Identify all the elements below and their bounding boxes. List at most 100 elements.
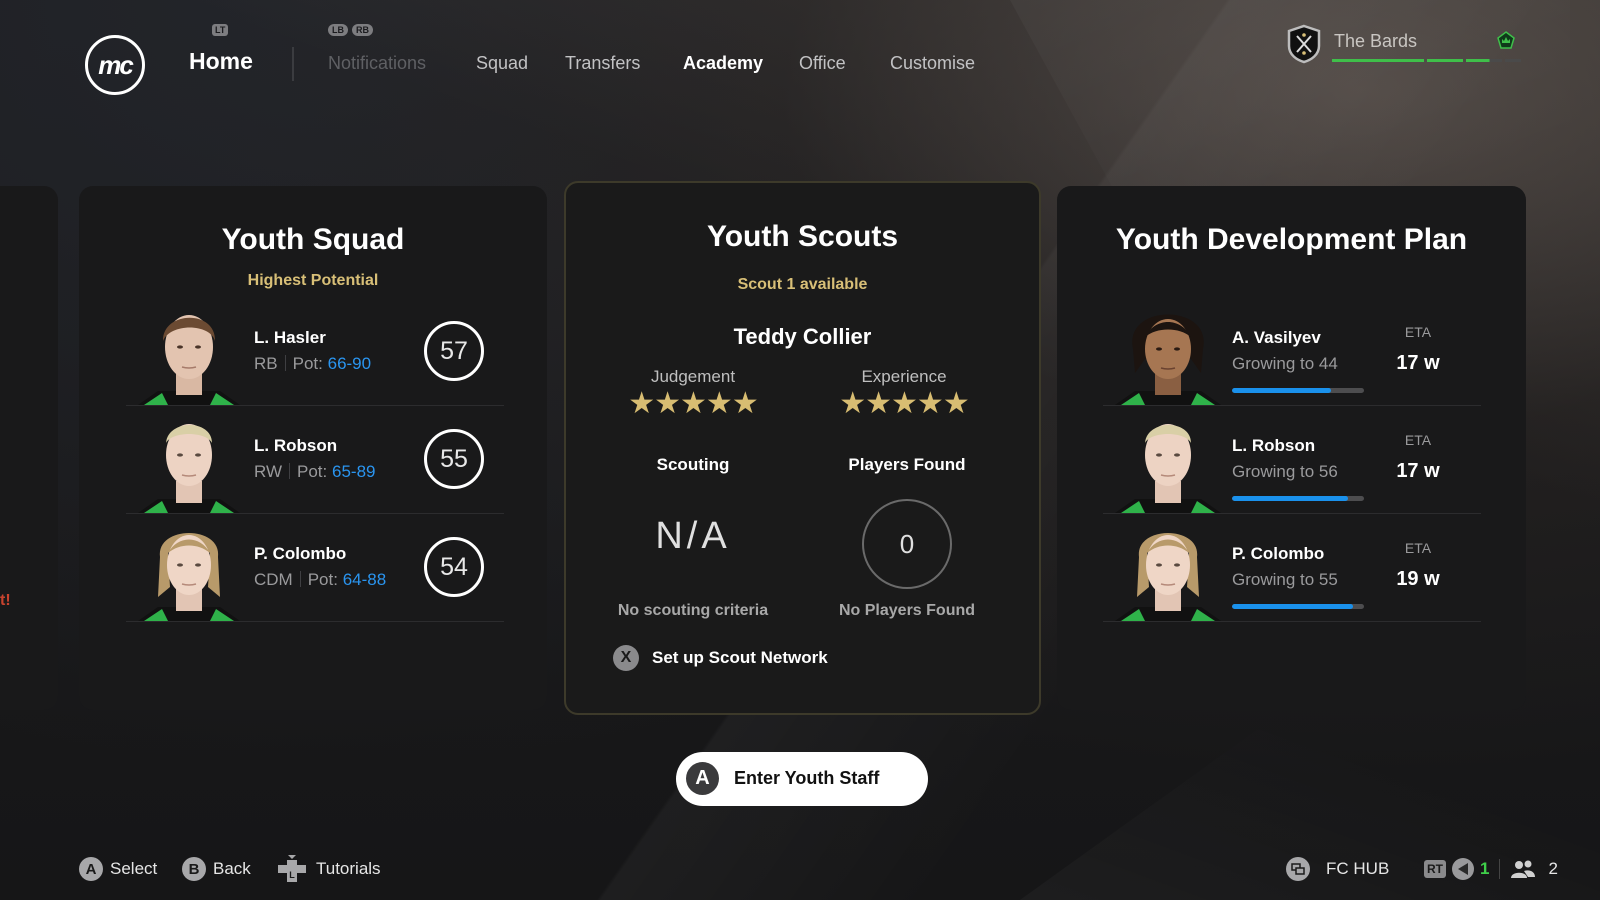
player-meta: CDM Pot: 64-88 bbox=[254, 570, 386, 590]
rb-hint-icon: RB bbox=[352, 24, 373, 36]
eta-label: ETA bbox=[1404, 432, 1432, 448]
judgement-label: Judgement bbox=[650, 367, 736, 386]
player-rating: 54 bbox=[424, 537, 484, 597]
lt-hint-icon: LT bbox=[212, 24, 229, 36]
dpad-icon: L bbox=[278, 855, 306, 882]
player-portrait-icon bbox=[1115, 424, 1221, 513]
mc-logo[interactable]: mc bbox=[85, 35, 145, 95]
player-portrait-icon bbox=[138, 315, 240, 405]
player-position: CDM bbox=[254, 570, 293, 589]
enter-youth-staff-button[interactable]: A Enter Youth Staff bbox=[676, 752, 928, 806]
player-potential: 65-89 bbox=[332, 462, 376, 481]
player-name: P. Colombo bbox=[254, 544, 347, 563]
scout-name: Teddy Collier bbox=[733, 324, 872, 349]
youth-squad-card[interactable]: Youth Squad Highest Potential L. Hasler … bbox=[79, 186, 547, 710]
growth-progress-fill bbox=[1232, 604, 1354, 609]
setup-scout-network-button[interactable]: Set up Scout Network bbox=[652, 648, 828, 668]
player-portrait-icon bbox=[138, 533, 240, 621]
growth-progress-bar bbox=[1232, 496, 1364, 501]
player-position: RW bbox=[254, 462, 283, 481]
tab-customise[interactable]: Customise bbox=[890, 53, 975, 74]
player-meta: RW Pot: 65-89 bbox=[254, 462, 375, 482]
x-button-icon[interactable]: X bbox=[613, 645, 639, 671]
scouting-label: Scouting bbox=[656, 455, 730, 474]
scouting-value: N/A bbox=[655, 515, 731, 557]
growth-progress-fill bbox=[1232, 496, 1349, 501]
eta-value: 17 w bbox=[1396, 460, 1440, 482]
meta-separator bbox=[289, 463, 291, 479]
footer-select[interactable]: A Select bbox=[79, 855, 157, 883]
club-progress-segment bbox=[1427, 59, 1463, 62]
player-name: L. Hasler bbox=[254, 328, 326, 347]
youth-scouts-subtitle: Scout 1 available bbox=[737, 276, 868, 293]
eta-label: ETA bbox=[1404, 540, 1432, 556]
player-potential: 66-90 bbox=[327, 354, 372, 373]
club-progress-segment bbox=[1332, 59, 1424, 62]
offscreen-alert-text: t! bbox=[0, 592, 11, 609]
growth-progress-bar bbox=[1232, 388, 1364, 393]
footer-fc-hub[interactable]: FC HUB bbox=[1286, 855, 1389, 883]
top-nav: mc LT Home LB RB Notifications Squad Tra… bbox=[0, 0, 1600, 110]
footer-tutorials[interactable]: L Tutorials bbox=[276, 855, 381, 883]
youth-scouts-card[interactable]: Youth Scouts Scout 1 available Teddy Col… bbox=[564, 181, 1041, 715]
youth-squad-subtitle: Highest Potential bbox=[247, 272, 379, 289]
fc-hub-label: FC HUB bbox=[1326, 859, 1390, 878]
growth-progress-bar bbox=[1232, 604, 1364, 609]
player-portrait-icon bbox=[1115, 314, 1221, 405]
tab-transfers[interactable]: Transfers bbox=[565, 53, 640, 74]
notification-icon bbox=[1452, 858, 1474, 880]
experience-label: Experience bbox=[861, 367, 947, 386]
pot-label: Pot: bbox=[307, 570, 338, 589]
lb-hint-icon: LB bbox=[328, 24, 348, 36]
pot-label: Pot: bbox=[297, 462, 328, 481]
footer-tutorials-label: Tutorials bbox=[316, 859, 381, 878]
friends-icon bbox=[1511, 860, 1536, 878]
player-name: L. Robson bbox=[1232, 436, 1316, 455]
nav-home[interactable]: Home bbox=[189, 48, 253, 75]
youth-player-row[interactable]: L. Robson RW Pot: 65-89 55 bbox=[126, 406, 504, 514]
rt-hint-icon: RT bbox=[1424, 860, 1446, 878]
footer-divider bbox=[1499, 859, 1501, 879]
tab-academy[interactable]: Academy bbox=[683, 53, 763, 74]
meta-separator bbox=[284, 355, 286, 371]
player-potential: 64-88 bbox=[342, 570, 387, 589]
b-button-icon: B bbox=[182, 857, 206, 881]
svg-text:L: L bbox=[289, 870, 295, 880]
development-row[interactable]: L. Robson Growing to 56 ETA 17 w bbox=[1103, 406, 1481, 514]
growing-text: Growing to 44 bbox=[1232, 354, 1338, 373]
tab-office[interactable]: Office bbox=[799, 53, 846, 74]
players-found-sub: No Players Found bbox=[838, 602, 976, 619]
judgement-stars: ★★★★★ bbox=[628, 387, 758, 420]
youth-development-card[interactable]: Youth Development Plan A. Vasilyev Growi… bbox=[1057, 186, 1526, 710]
offscreen-card bbox=[0, 186, 58, 710]
youth-player-row[interactable]: L. Hasler RB Pot: 66-90 57 bbox=[126, 298, 504, 406]
growing-text: Growing to 55 bbox=[1232, 570, 1338, 589]
experience-stars: ★★★★★ bbox=[839, 387, 969, 420]
club-name[interactable]: The Bards bbox=[1334, 31, 1417, 52]
player-name: L. Robson bbox=[254, 436, 338, 455]
growth-progress-fill bbox=[1232, 388, 1331, 393]
tab-notifications[interactable]: Notifications bbox=[328, 53, 426, 74]
player-rating: 55 bbox=[424, 429, 484, 489]
footer-select-label: Select bbox=[110, 859, 158, 878]
enter-youth-staff-label: Enter Youth Staff bbox=[734, 768, 880, 788]
youth-player-row[interactable]: P. Colombo CDM Pot: 64-88 54 bbox=[126, 514, 504, 622]
development-row[interactable]: P. Colombo Growing to 55 ETA 19 w bbox=[1103, 514, 1481, 622]
player-position: RB bbox=[254, 354, 278, 373]
eta-value: 19 w bbox=[1396, 568, 1440, 590]
tab-squad[interactable]: Squad bbox=[476, 53, 528, 74]
pot-label: Pot: bbox=[292, 354, 323, 373]
players-found-label: Players Found bbox=[848, 455, 966, 474]
meta-separator bbox=[299, 571, 301, 587]
footer-back-label: Back bbox=[213, 859, 251, 878]
development-row[interactable]: A. Vasilyev Growing to 44 ETA 17 w bbox=[1103, 298, 1481, 406]
youth-scouts-title: Youth Scouts bbox=[706, 220, 899, 253]
friends-count: 2 bbox=[1548, 859, 1558, 878]
footer-back[interactable]: B Back bbox=[182, 855, 251, 883]
players-found-value: 0 bbox=[862, 499, 952, 589]
player-name: A. Vasilyev bbox=[1232, 328, 1321, 347]
player-rating: 57 bbox=[424, 321, 484, 381]
club-progress-segment bbox=[1466, 59, 1502, 62]
player-portrait-icon bbox=[138, 424, 240, 513]
notification-count: 1 bbox=[1480, 859, 1490, 878]
